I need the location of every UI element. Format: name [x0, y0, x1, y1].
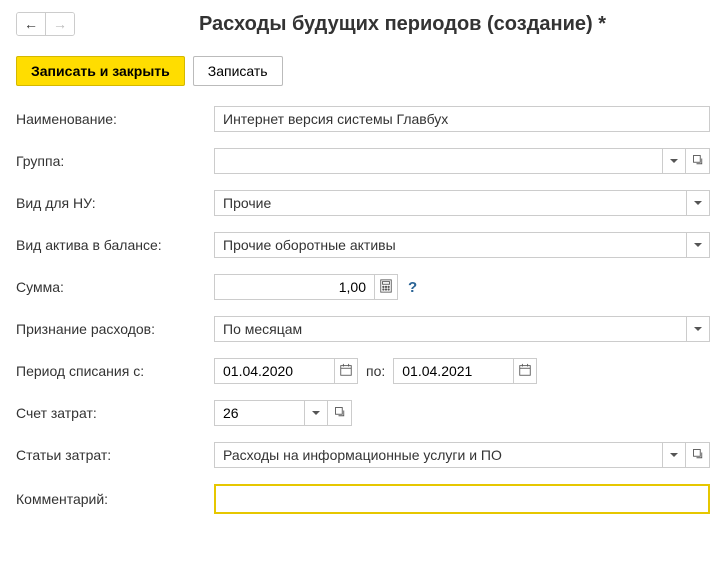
calendar-icon: [518, 363, 532, 380]
save-and-close-button[interactable]: Записать и закрыть: [16, 56, 185, 86]
nav-back-button[interactable]: ←: [17, 13, 46, 35]
row-period: Период списания с: по:: [16, 358, 710, 384]
label-group: Группа:: [16, 153, 206, 169]
label-schet: Счет затрат:: [16, 405, 206, 421]
row-stati: Статьи затрат: Расходы на информационные…: [16, 442, 710, 468]
date-from-input[interactable]: [214, 358, 334, 384]
open-dialog-icon: [692, 448, 704, 463]
label-period: Период списания с:: [16, 363, 206, 379]
chevron-down-icon: [670, 453, 678, 457]
summa-help-link[interactable]: ?: [408, 279, 417, 296]
chevron-down-icon: [694, 201, 702, 205]
group-select[interactable]: [214, 148, 662, 174]
stati-select[interactable]: Расходы на информационные услуги и ПО: [214, 442, 662, 468]
vid-nu-select-wrap: Прочие: [214, 190, 710, 216]
vid-nu-dropdown-button[interactable]: [686, 190, 710, 216]
row-priznanie: Признание расходов: По месяцам: [16, 316, 710, 342]
chevron-down-icon: [694, 327, 702, 331]
stati-open-button[interactable]: [686, 442, 710, 468]
form: Наименование: Группа: Вид дл: [16, 106, 710, 514]
summa-calculator-button[interactable]: [374, 274, 398, 300]
calculator-icon: [379, 279, 393, 296]
vid-aktiva-select[interactable]: Прочие оборотные активы: [214, 232, 686, 258]
group-select-wrap: [214, 148, 710, 174]
name-input[interactable]: [214, 106, 710, 132]
row-group: Группа:: [16, 148, 710, 174]
label-vid-aktiva: Вид актива в балансе:: [16, 237, 206, 253]
label-comment: Комментарий:: [16, 491, 206, 507]
vid-nu-select[interactable]: Прочие: [214, 190, 686, 216]
vid-aktiva-select-wrap: Прочие оборотные активы: [214, 232, 710, 258]
label-stati: Статьи затрат:: [16, 447, 206, 463]
priznanie-select[interactable]: По месяцам: [214, 316, 686, 342]
open-dialog-icon: [334, 406, 346, 421]
open-dialog-icon: [692, 154, 704, 169]
summa-input[interactable]: [214, 274, 374, 300]
comment-input[interactable]: [214, 484, 710, 514]
page-title: Расходы будущих периодов (создание) *: [95, 13, 710, 36]
arrow-left-icon: ←: [24, 16, 38, 32]
priznanie-dropdown-button[interactable]: [686, 316, 710, 342]
chevron-down-icon: [312, 411, 320, 415]
label-name: Наименование:: [16, 111, 206, 127]
row-schet: Счет затрат:: [16, 400, 710, 426]
group-dropdown-button[interactable]: [662, 148, 686, 174]
date-to-calendar-button[interactable]: [513, 358, 537, 384]
priznanie-select-wrap: По месяцам: [214, 316, 710, 342]
label-summa: Сумма:: [16, 279, 206, 295]
toolbar: Записать и закрыть Записать: [16, 56, 710, 86]
chevron-down-icon: [670, 159, 678, 163]
nav-arrows-group: ← →: [16, 12, 75, 36]
stati-dropdown-button[interactable]: [662, 442, 686, 468]
header-row: ← → Расходы будущих периодов (создание) …: [16, 12, 710, 36]
label-priznanie: Признание расходов:: [16, 321, 206, 337]
calendar-icon: [339, 363, 353, 380]
label-vid-nu: Вид для НУ:: [16, 195, 206, 211]
save-button[interactable]: Записать: [193, 56, 283, 86]
nav-forward-button[interactable]: →: [46, 13, 74, 35]
schet-input[interactable]: [214, 400, 304, 426]
row-comment: Комментарий:: [16, 484, 710, 514]
row-name: Наименование:: [16, 106, 710, 132]
arrow-right-icon: →: [53, 16, 67, 32]
name-input-wrap: [214, 106, 710, 132]
schet-dropdown-button[interactable]: [304, 400, 328, 426]
row-summa: Сумма: ?: [16, 274, 710, 300]
row-vid-nu: Вид для НУ: Прочие: [16, 190, 710, 216]
stati-select-wrap: Расходы на информационные услуги и ПО: [214, 442, 710, 468]
date-to-input[interactable]: [393, 358, 513, 384]
vid-aktiva-dropdown-button[interactable]: [686, 232, 710, 258]
label-po: по:: [366, 363, 385, 379]
schet-open-button[interactable]: [328, 400, 352, 426]
group-open-button[interactable]: [686, 148, 710, 174]
row-vid-aktiva: Вид актива в балансе: Прочие оборотные а…: [16, 232, 710, 258]
chevron-down-icon: [694, 243, 702, 247]
date-from-calendar-button[interactable]: [334, 358, 358, 384]
